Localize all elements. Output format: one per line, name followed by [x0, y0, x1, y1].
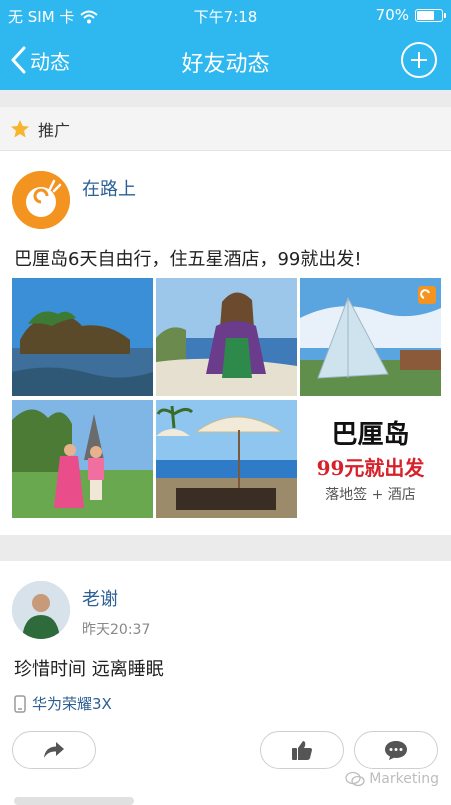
phone-icon: [14, 694, 26, 713]
thumbs-up-icon: [292, 741, 312, 760]
next-post-peek: [14, 797, 134, 805]
comment-bubble-icon: [385, 741, 407, 760]
photo-tile[interactable]: [12, 278, 153, 396]
add-button[interactable]: [401, 42, 437, 78]
author-name[interactable]: 在路上: [82, 175, 136, 201]
friend-post: 老谢 昨天20:37 珍惜时间 远离睡眠 华为荣耀3X Marketing: [0, 561, 451, 805]
watermark: Marketing: [345, 771, 439, 787]
status-bar: 无 SIM 卡 下午7:18 70%: [0, 0, 451, 30]
image-grid: 巴厘岛 99元就出发 落地签 + 酒店: [12, 278, 441, 521]
nav-bar: 动态 好友动态: [0, 30, 451, 90]
post-text: 珍惜时间 远离睡眠: [14, 659, 164, 680]
post-text: 巴厘岛6天自由行，住五星酒店，99就出发!: [14, 249, 362, 270]
snail-logo-icon: [12, 171, 70, 229]
photo-tile[interactable]: [156, 278, 297, 396]
promo-header: 推广: [0, 107, 451, 151]
ad-title: 巴厘岛: [331, 420, 410, 450]
like-button[interactable]: [260, 731, 344, 769]
device-label: 华为荣耀3X: [14, 693, 112, 714]
promo-label: 推广: [38, 120, 71, 140]
person-photo-icon: [12, 581, 70, 639]
chat-bubbles-icon: [345, 771, 365, 787]
author-name[interactable]: 老谢: [82, 585, 118, 611]
photo-tile[interactable]: [156, 400, 297, 518]
author-avatar[interactable]: [12, 171, 70, 229]
comment-button[interactable]: [354, 731, 438, 769]
ad-price: 99元就出发: [316, 456, 425, 480]
device-name: 华为荣耀3X: [32, 695, 112, 713]
photo-tile[interactable]: [12, 400, 153, 518]
post-time: 昨天20:37: [82, 622, 151, 638]
ad-text-image[interactable]: 巴厘岛 99元就出发 落地签 + 酒店: [300, 400, 441, 518]
share-arrow-icon: [44, 742, 64, 758]
page-title: 好友动态: [181, 52, 270, 77]
photo-tile[interactable]: [300, 278, 441, 396]
author-avatar[interactable]: [12, 581, 70, 639]
watermark-text: Marketing: [369, 771, 439, 787]
battery-percent: 70%: [375, 6, 409, 24]
share-button[interactable]: [12, 731, 96, 769]
ad-subtitle: 落地签 + 酒店: [325, 487, 416, 503]
star-icon: [11, 119, 29, 137]
battery-icon: [415, 8, 446, 22]
